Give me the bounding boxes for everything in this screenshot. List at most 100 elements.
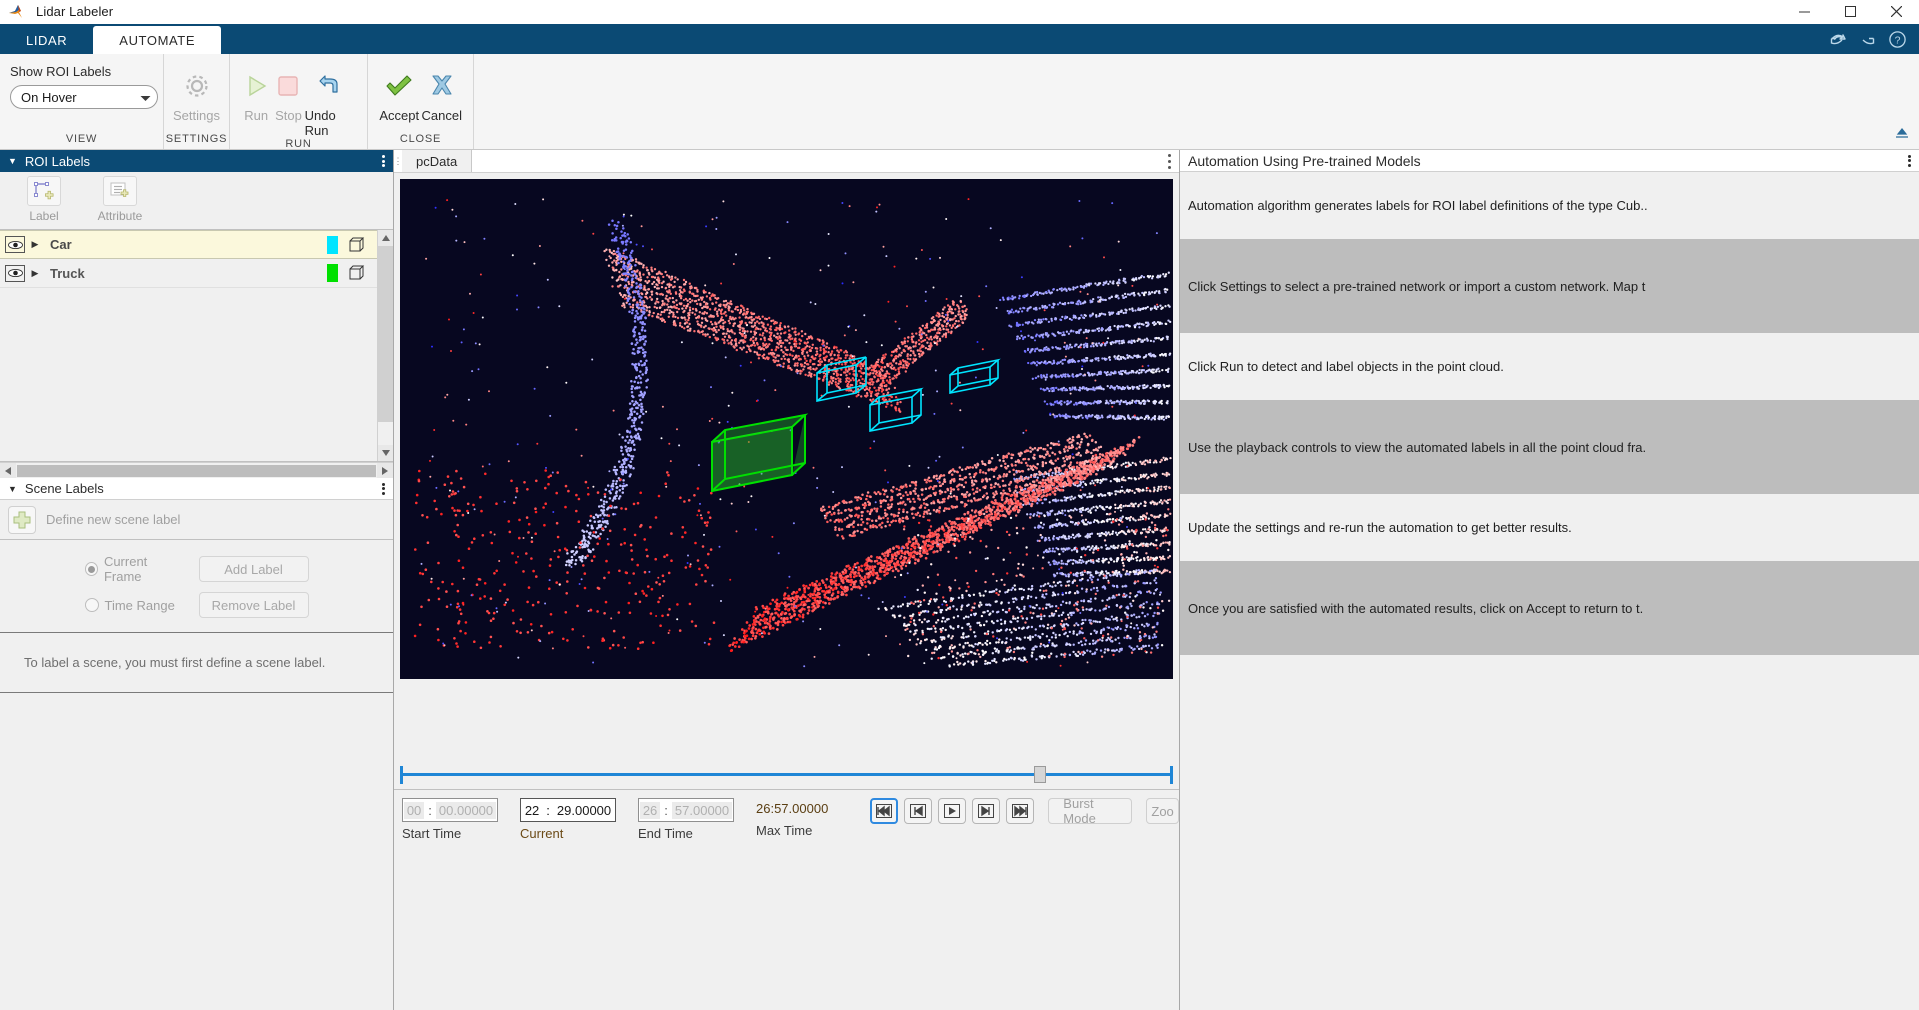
ribbon-tab-bar: LIDAR AUTOMATE ? xyxy=(0,24,1919,54)
skip-to-end-icon xyxy=(1012,804,1028,818)
roi-list-horizontal-scrollbar[interactable] xyxy=(0,462,393,478)
visibility-eye-icon[interactable] xyxy=(4,264,26,282)
current-time-seconds: 29.00000 xyxy=(554,802,614,819)
current-frame-radio[interactable]: Current Frame xyxy=(85,554,185,584)
point-cloud-viewport-wrap xyxy=(394,173,1179,679)
ribbon-group-settings: Settings SETTINGS xyxy=(164,54,230,149)
ribbon-toolstrip: Show ROI Labels On Hover VIEW xyxy=(0,54,1919,150)
point-cloud-viewport[interactable] xyxy=(400,179,1173,679)
radio-icon xyxy=(85,598,99,612)
max-time-value: 26:57.00000 xyxy=(756,801,828,816)
step-back-icon xyxy=(910,804,926,818)
roi-list-vertical-scrollbar[interactable] xyxy=(377,230,393,461)
undo-run-icon xyxy=(317,66,345,106)
roi-label-row-car[interactable]: ▶ Car xyxy=(0,230,378,259)
instructions-title: Automation Using Pre-trained Models xyxy=(1188,153,1421,169)
radio-icon xyxy=(85,562,98,576)
tab-bar-gripper[interactable]: ⋮ xyxy=(394,150,402,172)
slider-thumb[interactable] xyxy=(1034,766,1046,783)
scene-panel-options-icon[interactable] xyxy=(382,481,385,496)
playback-button-group xyxy=(870,798,1034,824)
scroll-left-icon[interactable] xyxy=(0,463,16,479)
redo-icon[interactable] xyxy=(1857,29,1877,49)
remove-label-button[interactable]: Remove Label xyxy=(199,592,309,618)
end-time-seconds: 57.00000 xyxy=(672,802,732,819)
center-panel-options-icon[interactable] xyxy=(1168,150,1171,172)
add-label-button[interactable]: Add Label xyxy=(199,556,309,582)
slider-end-cap xyxy=(1170,766,1173,784)
slider-track[interactable] xyxy=(400,773,1173,776)
current-time-field[interactable]: 22 : 29.00000 xyxy=(520,798,616,822)
help-icon[interactable]: ? xyxy=(1887,29,1907,49)
run-button[interactable]: Run xyxy=(240,62,272,123)
add-label-icon xyxy=(27,176,61,206)
end-time-field[interactable]: 26 : 57.00000 xyxy=(638,798,734,822)
roi-label-color-swatch[interactable] xyxy=(327,236,338,254)
collapse-triangle-icon[interactable]: ▼ xyxy=(8,156,17,166)
scroll-right-icon[interactable] xyxy=(377,463,393,479)
tab-lidar[interactable]: LIDAR xyxy=(0,27,93,54)
scroll-down-icon[interactable] xyxy=(378,445,393,461)
left-panel-filler xyxy=(0,692,393,1010)
undo-run-button[interactable]: Undo Run xyxy=(305,62,357,138)
tab-automate[interactable]: AUTOMATE xyxy=(93,26,221,54)
left-panel: ▼ ROI Labels Label xyxy=(0,150,394,1010)
chevron-down-icon xyxy=(140,90,151,105)
add-attribute-icon xyxy=(103,176,137,206)
cancel-button[interactable]: Cancel xyxy=(421,62,464,123)
roi-label-row-truck[interactable]: ▶ Truck xyxy=(0,259,378,288)
roi-panel-options-icon[interactable] xyxy=(382,154,385,169)
close-button[interactable] xyxy=(1873,0,1919,24)
instructions-options-icon[interactable] xyxy=(1908,153,1911,168)
timeline-slider[interactable] xyxy=(400,763,1173,785)
time-range-label: Time Range xyxy=(105,598,175,613)
zoom-button[interactable]: Zoo xyxy=(1146,798,1179,824)
jump-to-start-button[interactable] xyxy=(870,798,898,824)
accept-label: Accept xyxy=(379,108,419,123)
current-time-group: 22 : 29.00000 Current xyxy=(520,798,616,841)
tab-pcdata[interactable]: pcData xyxy=(402,150,472,172)
roi-label-color-swatch[interactable] xyxy=(327,264,338,282)
stop-button[interactable]: Stop xyxy=(272,62,304,123)
instruction-row: Once you are satisfied with the automate… xyxy=(1180,561,1919,655)
start-time-group: 00 : 00.00000 Start Time xyxy=(402,798,498,841)
gear-icon xyxy=(183,66,211,106)
minimize-button[interactable] xyxy=(1781,0,1827,24)
cancel-x-icon xyxy=(427,66,457,106)
expand-triangle-icon[interactable]: ▶ xyxy=(26,239,44,250)
instructions-rows: Automation algorithm generates labels fo… xyxy=(1180,172,1919,1010)
time-range-radio[interactable]: Time Range xyxy=(85,598,185,613)
previous-frame-button[interactable] xyxy=(904,798,932,824)
burst-mode-button[interactable]: Burst Mode xyxy=(1048,798,1132,824)
accept-button[interactable]: Accept xyxy=(378,62,421,123)
collapse-triangle-icon[interactable]: ▼ xyxy=(8,484,17,494)
matlab-logo-icon xyxy=(8,2,32,22)
scroll-thumb[interactable] xyxy=(378,246,393,422)
step-forward-icon xyxy=(978,804,994,818)
instructions-panel: Automation Using Pre-trained Models Auto… xyxy=(1179,150,1919,1010)
next-frame-button[interactable] xyxy=(972,798,1000,824)
add-attribute-caption: Attribute xyxy=(98,209,143,223)
cuboid-icon xyxy=(346,265,368,281)
maximize-button[interactable] xyxy=(1827,0,1873,24)
add-label-button[interactable]: Label xyxy=(6,176,82,229)
add-attribute-button[interactable]: Attribute xyxy=(82,176,158,229)
expand-triangle-icon[interactable]: ▶ xyxy=(26,268,44,279)
title-bar: Lidar Labeler xyxy=(0,0,1919,24)
collapse-toolstrip-button[interactable] xyxy=(1895,127,1919,149)
play-button[interactable] xyxy=(938,798,966,824)
scene-option-row-time-range: Time Range Remove Label xyxy=(85,592,309,618)
scroll-thumb[interactable] xyxy=(17,465,376,477)
start-time-field[interactable]: 00 : 00.00000 xyxy=(402,798,498,822)
visibility-eye-icon[interactable] xyxy=(4,236,26,254)
undo-icon[interactable] xyxy=(1827,29,1847,49)
define-new-scene-label-row[interactable]: Define new scene label xyxy=(0,500,393,540)
jump-to-end-button[interactable] xyxy=(1006,798,1034,824)
ribbon-group-view: Show ROI Labels On Hover VIEW xyxy=(0,54,164,149)
scroll-up-icon[interactable] xyxy=(378,230,393,246)
show-roi-labels-dropdown[interactable]: On Hover xyxy=(10,85,158,109)
settings-button[interactable]: Settings xyxy=(173,62,220,123)
add-scene-label-button[interactable] xyxy=(8,506,36,534)
settings-label: Settings xyxy=(173,108,220,123)
add-label-caption: Label xyxy=(29,209,58,223)
